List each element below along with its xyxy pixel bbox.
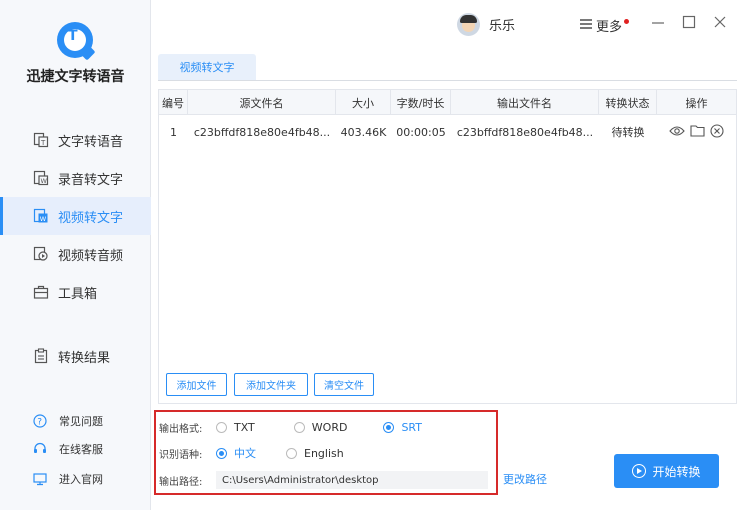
monitor-icon [33,472,47,486]
language-label: 识别语种: [159,449,203,461]
headset-icon [33,442,47,456]
svg-text:T: T [40,139,46,147]
column-header-source: 源文件名 [188,90,336,115]
radio-selected-icon [216,447,227,459]
sidebar-item-label: 视频转音频 [58,248,124,264]
start-conversion-button[interactable]: 开始转换 [614,454,719,488]
format-option-srt[interactable]: SRT [383,421,422,434]
video-to-audio-icon [33,246,49,262]
username: 乐乐 [489,19,516,34]
results-icon [33,348,49,364]
video-to-text-icon: W [33,208,49,224]
radio-selected-icon [383,422,395,433]
help-website-link[interactable]: 进入官网 [0,467,151,491]
output-path-field[interactable]: C:\Users\Administrator\desktop [216,471,488,489]
more-menu[interactable]: 更多 [580,16,630,35]
add-folder-button[interactable]: 添加文件夹 [234,373,308,396]
minimize-icon[interactable] [650,14,666,30]
table-row[interactable]: 1 c23bffdf818e80e4fb48... 403.46K 00:00:… [159,116,736,148]
column-header-status: 转换状态 [599,90,657,115]
file-table: 编号 源文件名 大小 字数/时长 输出文件名 转换状态 操作 1 c23bffd… [158,89,737,404]
user-profile[interactable]: 乐乐 [457,13,515,36]
language-option-english[interactable]: English [286,447,344,460]
help-service-label: 在线客服 [59,443,103,456]
table-header: 编号 源文件名 大小 字数/时长 输出文件名 转换状态 操作 [159,90,736,115]
path-label: 输出路径: [159,476,203,488]
svg-text:W: W [41,177,48,185]
help-website-label: 进入官网 [59,473,103,486]
app-logo-icon: T [57,22,96,61]
column-header-output: 输出文件名 [451,90,599,115]
question-icon: ? [33,414,47,428]
format-option-txt[interactable]: TXT [216,421,255,434]
help-faq-label: 常见问题 [59,415,103,428]
radio-icon [216,422,227,433]
svg-text:?: ? [37,418,42,428]
column-header-duration: 字数/时长 [391,90,451,115]
sidebar: T 迅捷文字转语音 T 文字转语音 W 录音转文字 W 视频转文字 视频转音频 … [0,0,151,510]
sidebar-item-video-to-audio[interactable]: 视频转音频 [0,235,151,273]
avatar [457,13,480,36]
cell-source: c23bffdf818e80e4fb48... [193,125,331,139]
start-label: 开始转换 [652,464,701,479]
tab-video-to-text[interactable]: 视频转文字 [158,54,256,80]
toolbox-icon [33,284,49,300]
column-header-id: 编号 [159,90,188,115]
add-file-button[interactable]: 添加文件 [166,373,227,396]
svg-text:W: W [40,215,47,223]
cell-status: 待转换 [611,126,645,139]
format-label: 输出格式: [159,424,203,435]
notification-dot [624,19,630,24]
sidebar-item-results[interactable]: 转换结果 [0,337,151,375]
language-row: 识别语种: 中文 English [159,445,374,461]
delete-circle-x-icon[interactable] [710,123,724,141]
close-icon[interactable] [712,14,728,30]
format-option-word[interactable]: WORD [293,421,347,434]
language-option-chinese[interactable]: 中文 [216,445,256,461]
recording-to-text-icon: W [33,170,49,186]
sidebar-item-toolbox[interactable]: 工具箱 [0,273,151,311]
open-folder-icon[interactable] [690,124,705,140]
path-row: 输出路径: C:\Users\Administrator\desktop [159,471,488,489]
preview-eye-icon[interactable] [669,125,685,140]
menu-icon [580,18,592,33]
play-icon [632,464,647,478]
sidebar-item-label: 文字转语音 [58,134,124,150]
more-label: 更多 [596,20,623,35]
sidebar-item-text-to-speech[interactable]: T 文字转语音 [0,121,151,159]
sidebar-item-label: 转换结果 [58,350,111,366]
cell-size: 403.46K [340,125,387,139]
help-faq-link[interactable]: ? 常见问题 [0,409,151,433]
cell-actions [657,116,736,148]
sidebar-item-recording-to-text[interactable]: W 录音转文字 [0,159,151,197]
output-settings-panel: 输出格式: TXT WORD SRT 识别语种: 中文 English 输出路径… [154,410,498,495]
maximize-icon[interactable] [681,14,697,30]
cell-duration: 00:00:05 [396,125,446,139]
radio-icon [286,447,297,459]
sidebar-item-label: 工具箱 [58,286,98,302]
radio-icon [293,422,305,433]
help-service-link[interactable]: 在线客服 [0,437,151,461]
cell-id: 1 [170,125,177,139]
change-path-link[interactable]: 更改路径 [503,471,547,487]
format-row: 输出格式: TXT WORD SRT [159,420,452,435]
text-to-speech-icon: T [33,132,49,148]
app-name: 迅捷文字转语音 [26,69,125,85]
sidebar-item-label: 录音转文字 [58,172,124,188]
column-header-actions: 操作 [685,96,708,110]
cell-output: c23bffdf818e80e4fb48... [456,125,594,139]
sidebar-item-video-to-text[interactable]: W 视频转文字 [0,197,151,235]
clear-files-button[interactable]: 清空文件 [314,373,374,396]
tab-divider [158,80,737,81]
sidebar-item-label: 视频转文字 [58,210,124,226]
column-header-size: 大小 [336,90,391,115]
